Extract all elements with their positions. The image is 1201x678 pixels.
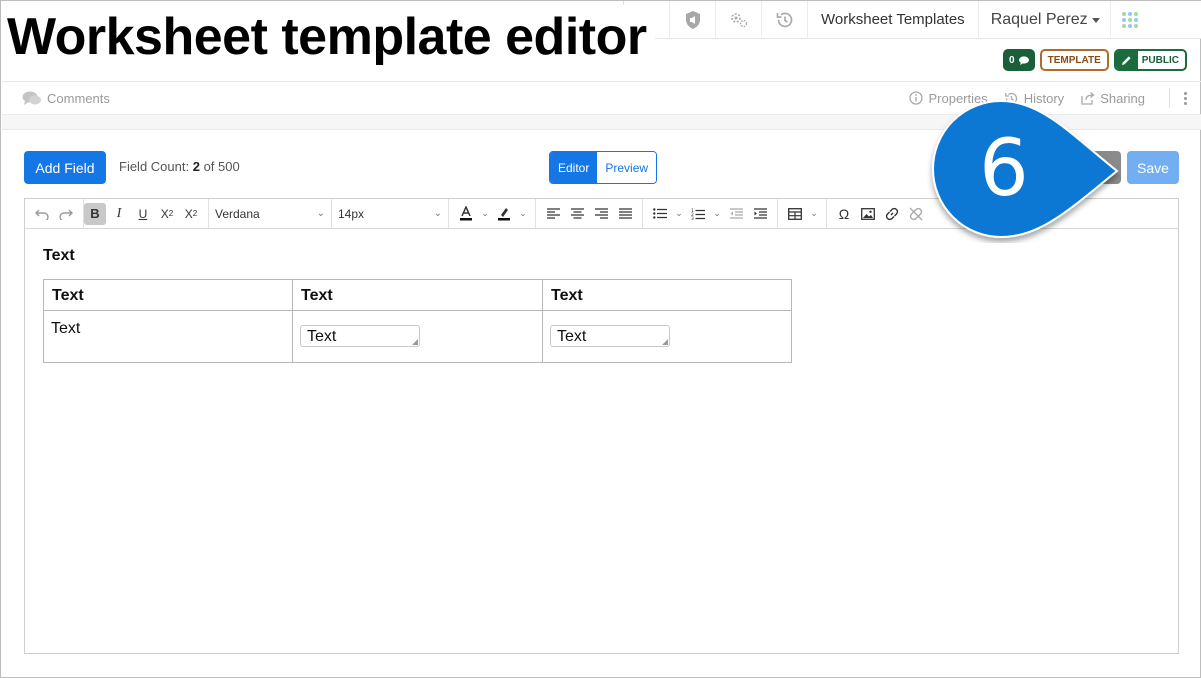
- content-table: Text Text Text Text Text Text: [43, 279, 792, 363]
- rich-text-editor: B I U X2 X2 Verdana ⌄ 14px ⌄ ⌄ ⌄ ⌄ 1 2 3…: [24, 198, 1179, 654]
- subscript-icon[interactable]: X2: [156, 203, 178, 225]
- font-family-select[interactable]: Verdana ⌄: [209, 207, 331, 221]
- special-character-icon[interactable]: Ω: [833, 203, 855, 225]
- app-frame: Worksheet Templates Raquel Perez Workshe…: [0, 0, 1201, 678]
- link-icon[interactable]: [881, 203, 903, 225]
- callout-number: 6: [979, 124, 1029, 214]
- add-field-button[interactable]: Add Field: [24, 151, 106, 184]
- table-cell: Text: [43, 310, 293, 363]
- italic-icon[interactable]: I: [108, 203, 130, 225]
- bullet-list-icon[interactable]: [649, 203, 671, 225]
- underline-icon[interactable]: U: [132, 203, 154, 225]
- svg-text:3: 3: [691, 216, 694, 220]
- comments-button[interactable]: Comments: [22, 91, 110, 106]
- editor-content[interactable]: Text Text Text Text Text Text Text: [25, 229, 1178, 381]
- redo-icon[interactable]: [55, 203, 77, 225]
- chevron-down-icon: ⌄: [316, 208, 325, 219]
- table-cell: Text: [292, 310, 543, 363]
- chevron-down-icon[interactable]: ⌄: [711, 203, 723, 225]
- chevron-down-icon: ⌄: [433, 208, 442, 219]
- chevron-down-icon[interactable]: ⌄: [517, 203, 529, 225]
- text-field[interactable]: Text: [550, 325, 670, 347]
- user-menu[interactable]: Raquel Perez: [977, 1, 1110, 38]
- worksheet-templates-link[interactable]: Worksheet Templates: [807, 1, 978, 38]
- align-justify-icon[interactable]: [614, 203, 636, 225]
- indent-icon[interactable]: [749, 203, 771, 225]
- table-cell: Text: [542, 310, 792, 363]
- status-badges: 0 TEMPLATE PUBLIC: [1003, 49, 1187, 71]
- field-count-value: 2: [192, 159, 200, 174]
- user-name: Raquel Perez: [990, 10, 1088, 28]
- public-label: PUBLIC: [1141, 54, 1179, 66]
- undo-icon[interactable]: [31, 203, 53, 225]
- table-header-cell: Text: [542, 279, 792, 311]
- text-field[interactable]: Text: [300, 325, 420, 347]
- template-badge: TEMPLATE: [1039, 49, 1109, 71]
- apps-grid-icon[interactable]: [1109, 1, 1150, 38]
- gears-icon[interactable]: [715, 1, 761, 38]
- image-icon[interactable]: [857, 203, 879, 225]
- chevron-down-icon[interactable]: ⌄: [808, 203, 820, 225]
- bold-icon[interactable]: B: [84, 202, 106, 225]
- content-heading: Text: [43, 247, 75, 264]
- outdent-icon[interactable]: [725, 203, 747, 225]
- comment-count: 0: [1009, 54, 1015, 66]
- comments-icon: [22, 91, 41, 105]
- comment-count-badge[interactable]: 0: [1003, 49, 1035, 71]
- font-family-value: Verdana: [215, 206, 260, 221]
- font-size-select[interactable]: 14px ⌄: [332, 207, 448, 221]
- font-size-value: 14px: [338, 206, 365, 221]
- chevron-down-icon[interactable]: ⌄: [673, 203, 685, 225]
- chevron-down-icon[interactable]: ⌄: [479, 203, 491, 225]
- caret-down-icon: [1091, 18, 1100, 23]
- speech-bubble-icon: [1018, 55, 1029, 65]
- editor-mode-toggle: Editor Preview: [549, 151, 658, 184]
- table-row: Text Text Text: [43, 310, 792, 363]
- field-count-max: of 500: [203, 159, 240, 174]
- text-color-icon[interactable]: [455, 203, 477, 225]
- more-options-icon[interactable]: [1169, 88, 1187, 108]
- table-header-cell: Text: [43, 279, 293, 311]
- comments-label: Comments: [47, 90, 110, 106]
- table-header-cell: Text: [292, 279, 543, 311]
- highlight-color-icon[interactable]: [493, 203, 515, 225]
- overlay-title: Worksheet template editor: [7, 5, 655, 69]
- save-button[interactable]: Save: [1127, 151, 1179, 184]
- top-navbar: Worksheet Templates Raquel Perez: [623, 1, 1201, 39]
- table-header-row: Text Text Text: [43, 279, 792, 311]
- superscript-icon[interactable]: X2: [180, 203, 202, 225]
- editor-mode-button[interactable]: Editor: [550, 152, 598, 183]
- align-right-icon[interactable]: [590, 203, 612, 225]
- table-icon[interactable]: [784, 203, 806, 225]
- field-count-label: Field Count:: [119, 159, 190, 174]
- preview-mode-button[interactable]: Preview: [597, 152, 657, 183]
- history-icon[interactable]: [761, 1, 807, 38]
- numbered-list-icon[interactable]: 123: [687, 203, 709, 225]
- align-left-icon[interactable]: [542, 203, 564, 225]
- pencil-icon: [1115, 51, 1138, 69]
- align-center-icon[interactable]: [566, 203, 588, 225]
- public-badge[interactable]: PUBLIC: [1113, 49, 1187, 71]
- field-count: Field Count: 2 of 500: [119, 159, 240, 174]
- shield-megaphone-icon[interactable]: [669, 1, 715, 38]
